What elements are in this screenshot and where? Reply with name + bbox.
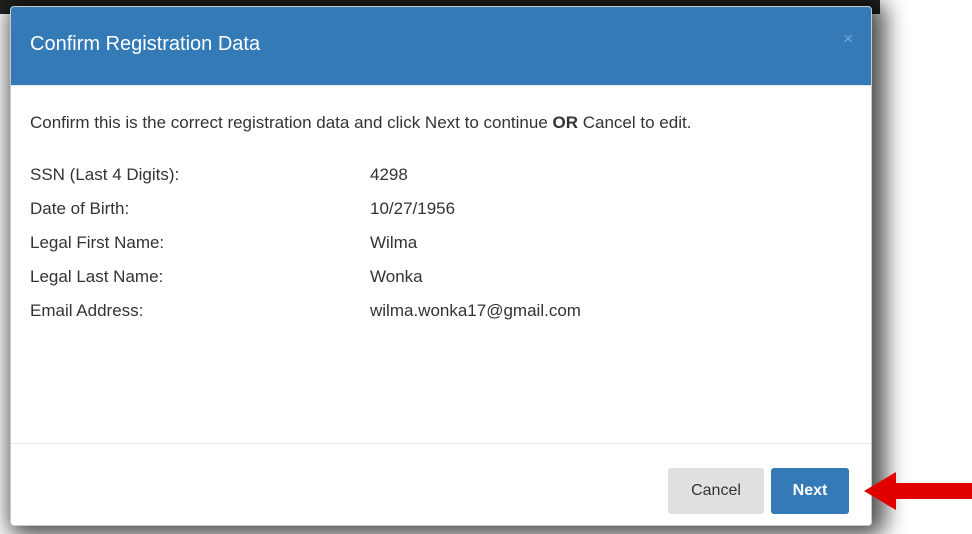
intro-text: Confirm this is the correct registration… bbox=[30, 110, 820, 136]
table-row: Email Address: wilma.wonka17@gmail.com bbox=[30, 294, 581, 328]
dialog-body: Confirm this is the correct registration… bbox=[11, 86, 871, 444]
table-row: Date of Birth: 10/27/1956 bbox=[30, 192, 581, 226]
red-arrow-icon bbox=[864, 472, 972, 510]
intro-text-end: Cancel to edit. bbox=[578, 113, 692, 132]
dob-label: Date of Birth: bbox=[30, 199, 130, 218]
first-name-label: Legal First Name: bbox=[30, 233, 165, 252]
screen: Confirm Registration Data × Confirm this… bbox=[0, 0, 972, 534]
last-name-value: Wonka bbox=[370, 267, 423, 286]
first-name-value: Wilma bbox=[370, 233, 418, 252]
close-icon[interactable]: × bbox=[843, 29, 853, 49]
dialog-footer: Cancel Next bbox=[11, 444, 871, 525]
registration-data-table: SSN (Last 4 Digits): 4298 Date of Birth:… bbox=[30, 158, 581, 328]
next-button[interactable]: Next bbox=[771, 468, 849, 514]
confirm-registration-dialog: Confirm Registration Data × Confirm this… bbox=[10, 6, 872, 526]
table-row: Legal Last Name: Wonka bbox=[30, 260, 581, 294]
dob-value: 10/27/1956 bbox=[370, 199, 456, 218]
dialog-title: Confirm Registration Data bbox=[30, 33, 261, 55]
email-label: Email Address: bbox=[30, 301, 144, 320]
intro-text-start: Confirm this is the correct registration… bbox=[30, 113, 553, 132]
last-name-label: Legal Last Name: bbox=[30, 267, 164, 286]
dialog-header: Confirm Registration Data × bbox=[11, 7, 871, 86]
intro-text-emphasis: OR bbox=[552, 113, 579, 132]
email-value: wilma.wonka17@gmail.com bbox=[370, 301, 581, 320]
ssn-value: 4298 bbox=[370, 165, 408, 184]
cancel-button[interactable]: Cancel bbox=[668, 468, 764, 514]
table-row: Legal First Name: Wilma bbox=[30, 226, 581, 260]
table-row: SSN (Last 4 Digits): 4298 bbox=[30, 158, 581, 192]
ssn-label: SSN (Last 4 Digits): bbox=[30, 165, 180, 184]
